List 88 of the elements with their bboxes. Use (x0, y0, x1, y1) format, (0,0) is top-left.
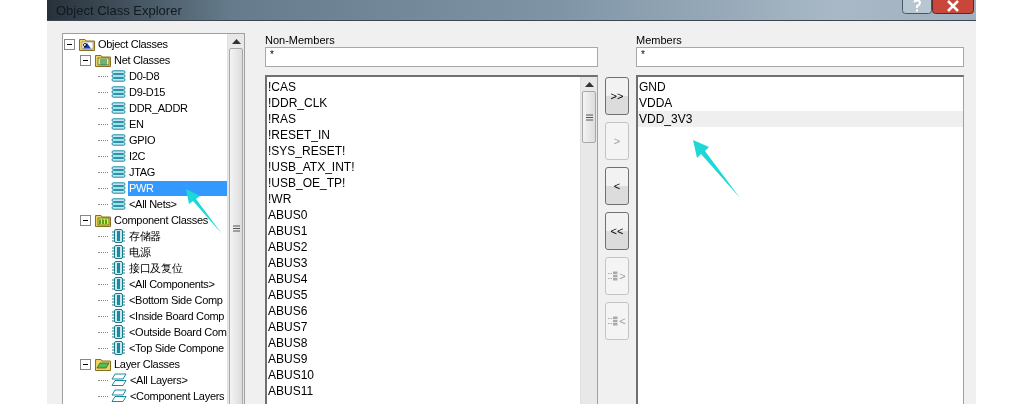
list-item[interactable]: ABUS3 (267, 255, 580, 271)
filter-field[interactable]: * (265, 47, 598, 67)
tree-item[interactable]: <All Components> (128, 276, 216, 292)
tree-item[interactable]: 电源 (128, 244, 152, 260)
list-item[interactable]: ABUS7 (267, 319, 580, 335)
list-item[interactable]: ABUS6 (267, 303, 580, 319)
folder-icon (95, 53, 111, 67)
members-label: Members (636, 34, 683, 47)
stack-icon (111, 86, 126, 98)
list-item[interactable]: ABUS0 (267, 207, 580, 223)
list-item[interactable]: VDD_3V3 (638, 111, 963, 127)
chip-icon (111, 341, 126, 355)
tree-item[interactable]: Net Classes (113, 52, 171, 68)
scrollbar[interactable] (580, 77, 597, 404)
tree-item[interactable]: 存储器 (128, 228, 163, 244)
close-icon[interactable] (932, 0, 974, 14)
list-item[interactable]: !RESET_IN (267, 127, 580, 143)
list-item[interactable]: !DDR_CLK (267, 95, 580, 111)
move-button[interactable]: < (605, 167, 629, 205)
scroll-up-icon[interactable] (584, 82, 594, 87)
list-item[interactable]: ABUS5 (267, 287, 580, 303)
help-icon[interactable] (902, 0, 932, 14)
list-item[interactable]: ABUS1 (267, 223, 580, 239)
list-item[interactable]: ABUS10 (267, 367, 580, 383)
tree-item[interactable]: GPIO (128, 132, 157, 148)
list-item[interactable]: !SYS_RESET! (267, 143, 580, 159)
chip-icon (111, 229, 126, 243)
stack-icon (111, 150, 126, 162)
list-item[interactable]: ABUS2 (267, 239, 580, 255)
chip-icon (111, 293, 126, 307)
tree-item[interactable]: D0-D8 (128, 68, 161, 84)
tree-item[interactable]: JTAG (128, 164, 157, 180)
grip-icon (232, 224, 240, 232)
tree-item[interactable]: Object Classes (97, 36, 169, 52)
tree-item[interactable]: <All Nets> (128, 196, 178, 212)
collapse-icon[interactable] (80, 54, 91, 66)
list-item[interactable]: ABUS8 (267, 335, 580, 351)
list-item[interactable]: !WR (267, 191, 580, 207)
collapse-icon[interactable] (64, 38, 75, 50)
move-button[interactable]: << (605, 212, 629, 250)
grip-icon (585, 113, 593, 121)
stack-icon (111, 198, 126, 210)
tree-item[interactable]: Component Classes (113, 212, 209, 228)
list-icon (608, 271, 619, 281)
tree-item[interactable]: <Bottom Side Comp (128, 292, 224, 308)
tree-item[interactable]: Layer Classes (113, 356, 181, 372)
tree-item[interactable]: <Top Side Compone (128, 340, 225, 356)
stack-icon (111, 102, 126, 114)
folder-icon (79, 37, 95, 51)
scrollbar[interactable] (227, 34, 244, 404)
chip-icon (111, 245, 126, 259)
tree-item[interactable]: DDR_ADDR (128, 100, 189, 116)
list-item[interactable]: GND (638, 79, 963, 95)
list-item[interactable]: !RAS (267, 111, 580, 127)
move-button[interactable]: >> (605, 77, 629, 115)
tree-item[interactable]: 接口及复位 (128, 260, 184, 276)
tree-item[interactable]: <All Layers> (129, 372, 189, 388)
stack-icon (111, 166, 126, 178)
layers-icon (111, 373, 127, 387)
chip-icon (111, 325, 126, 339)
list-item[interactable]: ABUS4 (267, 271, 580, 287)
stack-icon (111, 70, 126, 82)
list-item[interactable]: ABUS9 (267, 351, 580, 367)
non-members-label: Non-Members (265, 34, 336, 47)
folder-icon (95, 357, 111, 371)
collapse-icon[interactable] (80, 214, 91, 226)
list-item[interactable]: VDDA (638, 95, 963, 111)
chip-icon (111, 309, 126, 323)
filter-field[interactable]: * (636, 47, 964, 67)
list-item[interactable]: !USB_ATX_INT! (267, 159, 580, 175)
stack-icon (111, 134, 126, 146)
tree-item[interactable]: <Outside Board Com (128, 324, 227, 340)
stack-icon (111, 182, 126, 194)
scroll-up-icon[interactable] (231, 39, 241, 44)
tree-item[interactable]: I2C (128, 148, 147, 164)
stack-icon (111, 118, 126, 130)
list-item[interactable]: !CAS (267, 79, 580, 95)
tree-item[interactable]: <Component Layers (129, 388, 226, 404)
list-icon (608, 316, 619, 326)
chip-icon (111, 261, 126, 275)
list-item[interactable]: ABUS11 (267, 383, 580, 399)
collapse-icon[interactable] (80, 358, 91, 370)
tree-item[interactable]: EN (128, 116, 145, 132)
folder-icon (95, 213, 111, 227)
tree-item[interactable]: D9-D15 (128, 84, 167, 100)
list-item[interactable]: !USB_OE_TP! (267, 175, 580, 191)
chip-icon (111, 277, 126, 291)
tree-item[interactable]: <Inside Board Comp (128, 308, 226, 324)
